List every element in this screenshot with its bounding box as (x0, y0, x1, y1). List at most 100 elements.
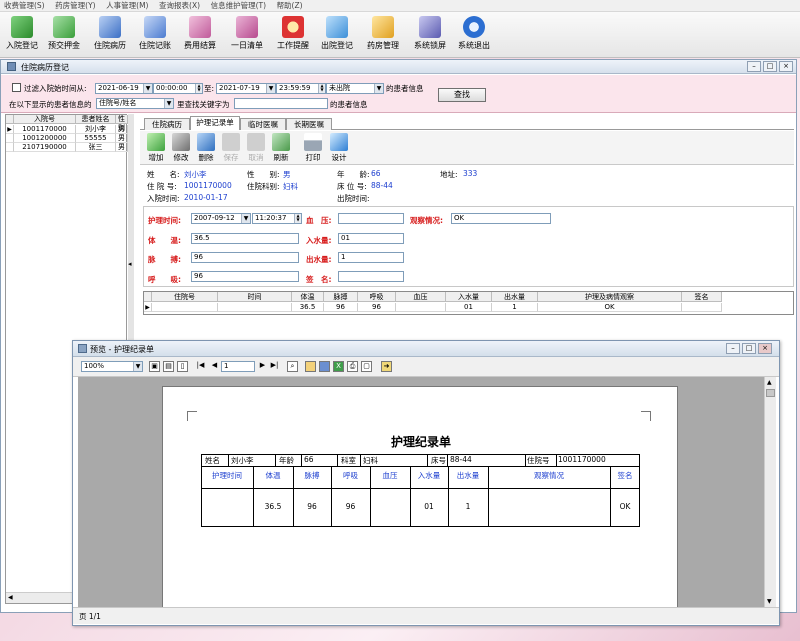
splitter-grip-icon[interactable]: ◂ (128, 260, 132, 268)
column-header[interactable]: 护理及病情观察 (538, 292, 682, 302)
page-setup-icon[interactable]: ▢ (361, 361, 372, 372)
table-cell[interactable]: 张三 (76, 143, 116, 152)
tab-nursing-record[interactable]: 护理记录单 (190, 116, 240, 130)
preview-vertical-scrollbar[interactable]: ▲ ▼ (764, 377, 776, 607)
table-cell[interactable]: 96 (324, 303, 358, 312)
menu-fees[interactable]: 收费管理(S) (0, 0, 49, 12)
table-cell[interactable]: 男 (116, 125, 128, 134)
column-header[interactable]: 呼吸 (358, 292, 396, 302)
signature-input[interactable] (338, 271, 404, 282)
column-header[interactable]: 出水量 (492, 292, 538, 302)
open-folder-icon[interactable] (305, 361, 316, 372)
menu-pharmacy[interactable]: 药房管理(Y) (51, 0, 99, 12)
preview-close-button[interactable]: × (758, 343, 772, 354)
maximize-button[interactable]: □ (763, 61, 777, 72)
whole-page-icon[interactable]: ▣ (149, 361, 160, 372)
spin-icon[interactable]: ▲ ▼ (294, 214, 301, 223)
column-header[interactable]: 入水量 (446, 292, 492, 302)
scroll-up-icon[interactable]: ▲ (767, 379, 772, 386)
menu-personnel[interactable]: 人事管理(M) (102, 0, 152, 12)
toolbar-daily-list-button[interactable]: 一日清单 (225, 14, 269, 56)
table-cell[interactable]: 2107190000 (14, 143, 76, 152)
preview-maximize-button[interactable]: □ (742, 343, 756, 354)
table-cell[interactable] (682, 303, 722, 312)
scroll-left-icon[interactable]: ◀ (8, 594, 13, 601)
column-header[interactable]: 体温 (292, 292, 324, 302)
pulse-input[interactable]: 96 (191, 252, 299, 263)
toolbar-register-button[interactable]: 入院登记 (0, 14, 44, 56)
tab-temporary-orders[interactable]: 临时医嘱 (240, 118, 286, 130)
intake-input[interactable]: 01 (338, 233, 404, 244)
spin-icon[interactable]: ▲ ▼ (318, 84, 325, 93)
table-cell[interactable]: 男 (116, 134, 128, 143)
tab-medical-record[interactable]: 住院病历 (144, 118, 190, 130)
chevron-down-icon[interactable]: ▼ (241, 214, 250, 223)
nursing-time-field[interactable]: 11:20:37 ▲ ▼ (252, 213, 302, 224)
zoom-select[interactable]: 100% ▼ (81, 361, 143, 372)
first-page-icon[interactable]: |◀ (195, 361, 206, 372)
nursing-date-picker[interactable]: 2007-09-12 ▼ (191, 213, 251, 224)
toolbar-ledger-button[interactable]: 住院记账 (133, 14, 177, 56)
toolbar-exit-button[interactable]: 系统退出 (452, 14, 496, 56)
edit-button[interactable]: 修改 (169, 132, 193, 164)
bp-input[interactable] (338, 213, 404, 224)
column-header[interactable]: 血压 (396, 292, 446, 302)
time-to-field[interactable]: 23:59:59 ▲ ▼ (276, 83, 326, 94)
column-header[interactable]: 签名 (682, 292, 722, 302)
toolbar-discharge-button[interactable]: 出院登记 (315, 14, 359, 56)
toolbar-reminder-button[interactable]: 工作提醒 (271, 14, 315, 56)
table-cell[interactable]: 刘小李 (76, 125, 116, 134)
delete-button[interactable]: 删除 (194, 132, 218, 164)
column-header[interactable]: 时间 (218, 292, 292, 302)
table-cell[interactable] (218, 303, 292, 312)
add-button[interactable]: 增加 (144, 132, 168, 164)
time-from-field[interactable]: 00:00:00 ▲ ▼ (153, 83, 203, 94)
close-button[interactable]: × (779, 61, 793, 72)
chevron-down-icon[interactable]: ▼ (374, 84, 383, 93)
chevron-down-icon[interactable]: ▼ (143, 84, 152, 93)
scroll-down-icon[interactable]: ▼ (767, 598, 772, 605)
menu-maintenance[interactable]: 信息维护管理(T) (207, 0, 270, 12)
search-icon[interactable]: ⌕ (287, 361, 298, 372)
refresh-button[interactable]: 刷新 (269, 132, 293, 164)
toolbar-settlement-button[interactable]: 费用结算 (178, 14, 222, 56)
date-from-picker[interactable]: 2021-06-19 ▼ (95, 83, 153, 94)
chevron-down-icon[interactable]: ▼ (164, 99, 173, 108)
minimize-button[interactable]: – (747, 61, 761, 72)
table-cell[interactable]: 1001200000 (14, 134, 76, 143)
preview-minimize-button[interactable]: – (726, 343, 740, 354)
table-cell[interactable] (152, 303, 218, 312)
toolbar-pharmacy-button[interactable]: 药房管理 (361, 14, 405, 56)
filter-checkbox[interactable] (12, 83, 21, 92)
toolbar-lock-button[interactable]: 系统锁屏 (408, 14, 452, 56)
single-page-icon[interactable]: ▯ (177, 361, 188, 372)
menu-reports[interactable]: 查询报表(X) (155, 0, 204, 12)
exit-preview-icon[interactable]: ➜ (381, 361, 392, 372)
toolbar-medical-record-button[interactable]: 住院病历 (88, 14, 132, 56)
spin-icon[interactable]: ▲ ▼ (195, 84, 202, 93)
toolbar-deposit-button[interactable]: 预交押金 (42, 14, 86, 56)
table-cell[interactable]: 男 (116, 143, 128, 152)
menu-help[interactable]: 帮助(Z) (273, 0, 307, 12)
respiration-input[interactable]: 96 (191, 271, 299, 282)
search-button[interactable]: 查找 (438, 88, 486, 102)
output-input[interactable]: 1 (338, 252, 404, 263)
temperature-input[interactable]: 36.5 (191, 233, 299, 244)
page-width-icon[interactable]: ▤ (163, 361, 174, 372)
save-button[interactable]: 保存 (219, 132, 243, 164)
tab-long-term-orders[interactable]: 长期医嘱 (286, 118, 332, 130)
table-cell[interactable]: 1 (492, 303, 538, 312)
print-icon[interactable]: ⎙ (347, 361, 358, 372)
page-number-input[interactable]: 1 (221, 361, 255, 372)
cancel-button[interactable]: 取消 (244, 132, 268, 164)
last-page-icon[interactable]: ▶| (269, 361, 280, 372)
prev-page-icon[interactable]: ◀ (209, 361, 220, 372)
keyword-input[interactable] (234, 98, 328, 109)
status-select[interactable]: 未出院 ▼ (326, 83, 384, 94)
column-header[interactable]: 患者姓名 (76, 115, 116, 124)
table-cell[interactable] (396, 303, 446, 312)
save-icon[interactable] (319, 361, 330, 372)
print-button[interactable]: 打印 (301, 132, 325, 164)
table-cell[interactable]: 36.5 (292, 303, 324, 312)
column-header[interactable]: 入院号 (14, 115, 76, 124)
